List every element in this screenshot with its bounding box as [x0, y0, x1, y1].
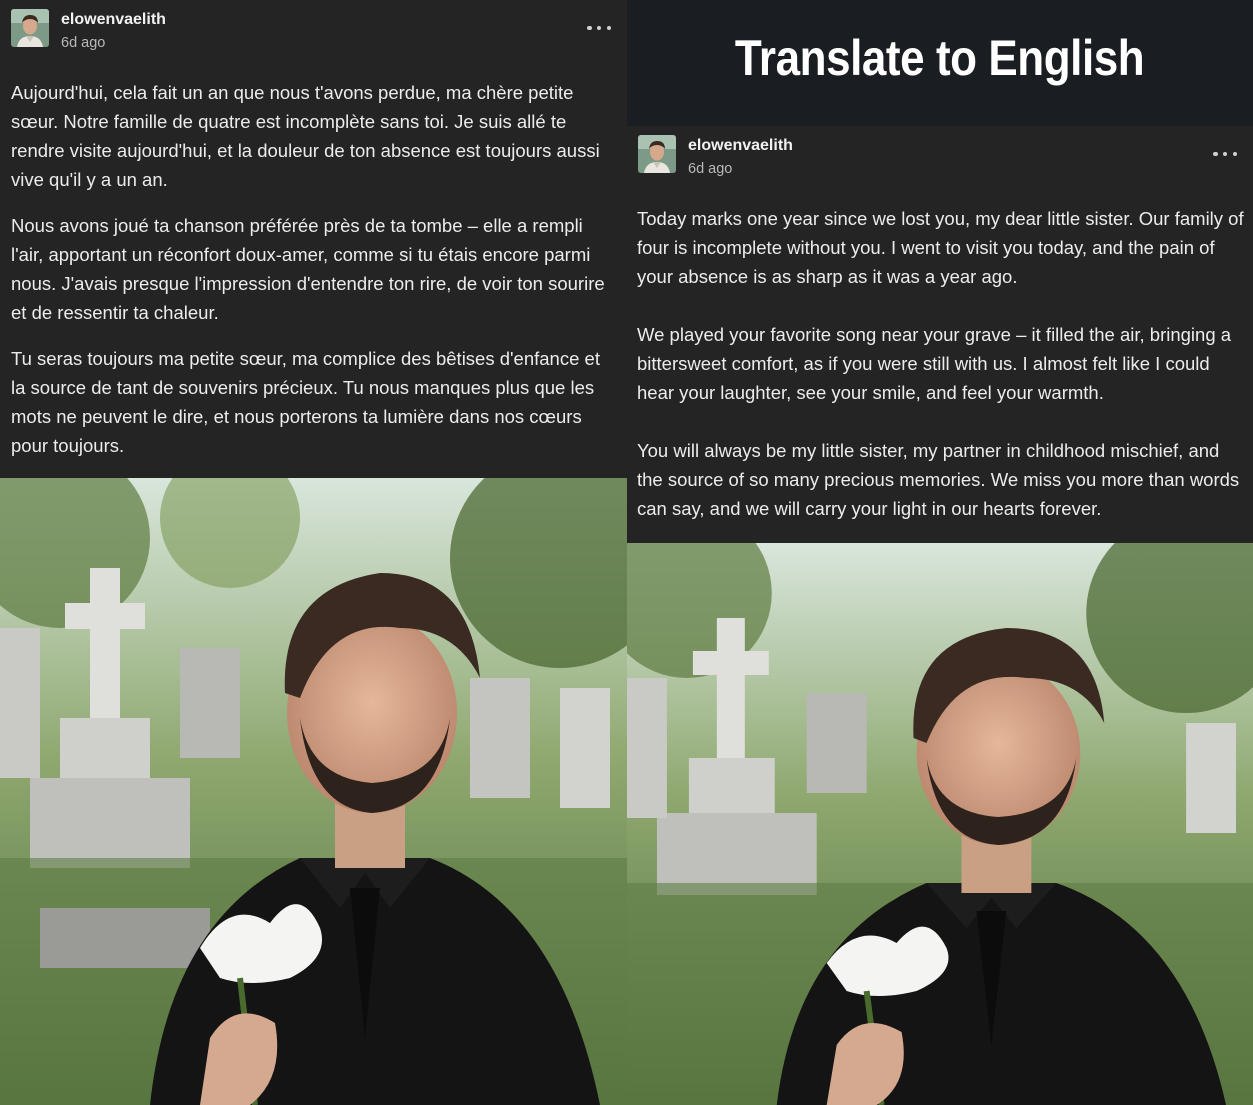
cemetery-photo[interactable] — [0, 478, 627, 1105]
post-paragraph: We played your favorite song near your g… — [637, 324, 1232, 403]
post-paragraph: Nous avons joué ta chanson préférée près… — [11, 215, 605, 323]
post-body: Aujourd'hui, cela fait un an que nous t'… — [0, 66, 627, 460]
more-options-icon[interactable] — [587, 18, 611, 38]
post-timestamp: 6d ago — [61, 35, 106, 51]
post-body: Today marks one year since we lost you, … — [627, 192, 1253, 523]
avatar[interactable] — [11, 9, 49, 47]
translate-banner: Translate to English — [627, 0, 1253, 126]
post-header: elowenvaelith 6d ago — [0, 0, 627, 66]
post-header: elowenvaelith 6d ago — [627, 126, 1253, 192]
username[interactable]: elowenvaelith — [61, 11, 166, 29]
username[interactable]: elowenvaelith — [688, 137, 793, 155]
post-paragraph: You will always be my little sister, my … — [637, 440, 1240, 519]
post-timestamp: 6d ago — [688, 161, 733, 177]
cemetery-photo[interactable] — [627, 543, 1253, 1105]
avatar[interactable] — [638, 135, 676, 173]
original-post: elowenvaelith 6d ago Aujourd'hui, cela f… — [0, 0, 627, 1105]
post-paragraph: Today marks one year since we lost you, … — [637, 208, 1244, 287]
more-options-icon[interactable] — [1213, 144, 1237, 164]
banner-title: Translate to English — [735, 30, 1145, 86]
post-paragraph: Aujourd'hui, cela fait un an que nous t'… — [11, 82, 600, 190]
screenshot-canvas: elowenvaelith 6d ago Aujourd'hui, cela f… — [0, 0, 1253, 1105]
translated-post: elowenvaelith 6d ago Today marks one yea… — [627, 126, 1253, 1105]
post-paragraph: Tu seras toujours ma petite sœur, ma com… — [11, 348, 600, 456]
